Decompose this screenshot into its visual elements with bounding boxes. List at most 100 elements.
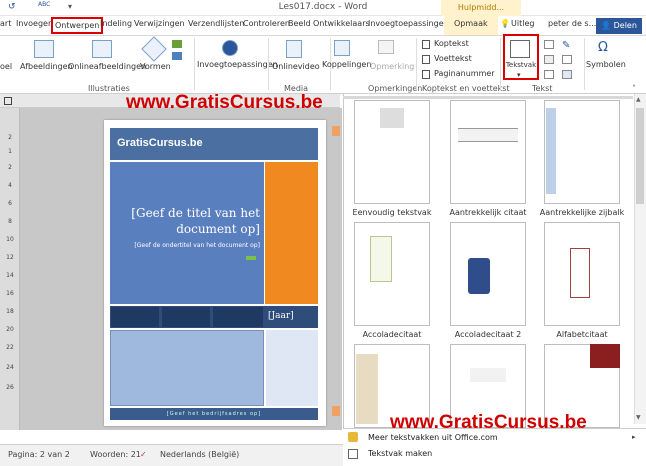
tab-invoegen[interactable]: Invoegen [16, 19, 53, 28]
gallery-item-label: Alfabetcitaat [556, 330, 608, 339]
vertical-ruler[interactable]: 2 1 2 4 6 8 10 12 14 16 18 20 22 24 26 [0, 108, 20, 430]
object-icon[interactable] [562, 70, 572, 79]
store-icon[interactable] [222, 40, 238, 56]
vormen-button[interactable]: Vormen [140, 62, 171, 71]
gallery-item-label: Aantrekkelijke zijbalk [539, 208, 625, 217]
ruler-mark: 16 [6, 290, 14, 297]
tell-me-input[interactable]: Uitleg [511, 19, 534, 28]
chart-icon[interactable] [172, 40, 182, 48]
wordart-icon[interactable] [544, 55, 554, 64]
footer-icon [422, 55, 430, 64]
address-placeholder[interactable]: [Geef het bedrijfsadres op] [110, 408, 318, 420]
tab-beeld[interactable]: Beeld [288, 19, 311, 28]
cover-brand[interactable]: GratisCursus.be [117, 137, 203, 149]
dropcap-icon[interactable] [544, 70, 554, 79]
quick-parts-icon[interactable] [544, 40, 554, 49]
collapse-ribbon-icon[interactable]: ˄ [632, 84, 636, 93]
tab-controleren[interactable]: Controleren [243, 19, 290, 28]
window-title: Les017.docx - Word [278, 2, 368, 12]
tab-ontwerpen[interactable]: Ontwerpen [51, 17, 104, 34]
subtitle-placeholder[interactable]: [Geef de ondertitel van het document op] [118, 242, 260, 249]
textbox-icon[interactable] [510, 40, 530, 58]
tab-opmaak[interactable]: Opmaak [444, 16, 498, 35]
cover-accent-block [265, 162, 318, 304]
scroll-down-icon[interactable]: ▼ [636, 414, 641, 421]
opmerking-button[interactable]: Opmerking [370, 62, 414, 71]
ribbon-tabs: art Invoegen Ontwerpen Indeling Verwijzi… [0, 16, 646, 36]
group-tekst: Tekst [532, 84, 553, 93]
thumb-preview [470, 368, 506, 382]
voettekst-button[interactable]: Voettekst [434, 54, 472, 63]
gallery-item-accoladecitaat[interactable] [354, 222, 430, 326]
page-count[interactable]: Pagina: 2 van 2 [8, 450, 70, 459]
tab-verzendlijsten[interactable]: Verzendlijsten [188, 19, 244, 28]
thumb-preview [570, 248, 590, 298]
links-icon[interactable] [334, 40, 350, 56]
symbol-icon[interactable]: Ω [598, 40, 608, 55]
scroll-up-icon[interactable]: ▲ [636, 96, 641, 103]
signature-icon[interactable]: ✎ [562, 40, 570, 51]
thumb-preview [380, 108, 404, 128]
year-placeholder[interactable]: [Jaar] [268, 311, 294, 321]
tab-invoegtoepassingen[interactable]: Invoegtoepassingen [368, 19, 449, 28]
gallery-item-label: Accoladecitaat 2 [454, 330, 522, 339]
group-illustraties: Illustraties [88, 84, 130, 93]
separator [500, 38, 501, 90]
page-number-icon [422, 70, 430, 79]
scrollbar-thumb[interactable] [636, 108, 644, 204]
ruler-mark: 26 [6, 384, 14, 391]
paginanummer-button[interactable]: Paginanummer [434, 69, 495, 78]
onlinevideo-button[interactable]: Onlinevideo [272, 62, 320, 71]
chevron-right-icon[interactable]: ▸ [632, 433, 636, 441]
watermark-bottom: www.GratisCursus.be [390, 412, 587, 433]
thumb-preview [468, 258, 490, 294]
comment-icon[interactable] [378, 40, 394, 54]
online-pictures-icon[interactable] [92, 40, 112, 58]
ruler-mark: 1 [8, 148, 12, 155]
language-status[interactable]: Nederlands (België) [160, 450, 239, 459]
tab-partial[interactable]: art [0, 19, 11, 28]
onlineafbeeldingen-button[interactable]: Onlineafbeeldingen [68, 62, 146, 71]
tab-verwijzingen[interactable]: Verwijzingen [134, 19, 185, 28]
tab-indeling[interactable]: Indeling [100, 19, 132, 28]
koppelingen-button[interactable]: Koppelingen [322, 60, 371, 69]
date-time-icon[interactable] [562, 55, 572, 64]
symbolen-button[interactable]: Symbolen [586, 60, 626, 69]
next-page-edge [332, 126, 340, 136]
invoegtoepassingen-button[interactable]: Invoegtoepassingen [197, 60, 278, 69]
tab-ontwikkelaars[interactable]: Ontwikkelaars [313, 19, 370, 28]
ruler-mark: 2 [8, 164, 12, 171]
share-button[interactable]: 👤 Delen [596, 18, 642, 34]
group-opmerkingen: Opmerkingen [368, 84, 423, 93]
online-video-icon[interactable] [286, 40, 302, 58]
separator [416, 38, 417, 90]
cover-side-block [266, 330, 318, 406]
tab-selector-icon[interactable] [4, 97, 12, 105]
ruler-mark: 2 [8, 134, 12, 141]
cover-cell [162, 307, 210, 327]
separator [268, 38, 269, 90]
gallery-item-aantrekkelijk-citaat[interactable] [450, 100, 526, 204]
tekstvak-button[interactable]: Tekstvak [504, 61, 538, 69]
user-name[interactable]: peter de s... [548, 19, 596, 28]
separator [584, 38, 585, 90]
next-page-edge [332, 406, 340, 416]
ruler-mark: 20 [6, 326, 14, 333]
pictures-icon[interactable] [34, 40, 54, 58]
more-textboxes-item[interactable]: Meer tekstvakken uit Office.com [368, 433, 498, 442]
proofing-icon[interactable]: ✓ [140, 450, 147, 459]
smartart-icon[interactable] [172, 52, 182, 60]
separator [194, 38, 195, 90]
title-placeholder[interactable]: [Geef de titel van het document op] [118, 205, 260, 237]
share-label: Delen [613, 21, 637, 30]
layout-options-icon[interactable] [246, 256, 256, 260]
koptekst-button[interactable]: Koptekst [434, 39, 469, 48]
ruler-mark: 10 [6, 236, 14, 243]
ruler-mark: 18 [6, 308, 14, 315]
chevron-down-icon[interactable]: ▾ [517, 71, 521, 79]
word-count[interactable]: Woorden: 21 [90, 450, 141, 459]
draw-textbox-item[interactable]: Tekstvak maken [368, 449, 432, 458]
thumb-preview [546, 108, 556, 194]
afbeeldingen-button[interactable]: Afbeeldingen [20, 62, 73, 71]
header-icon [422, 40, 430, 49]
